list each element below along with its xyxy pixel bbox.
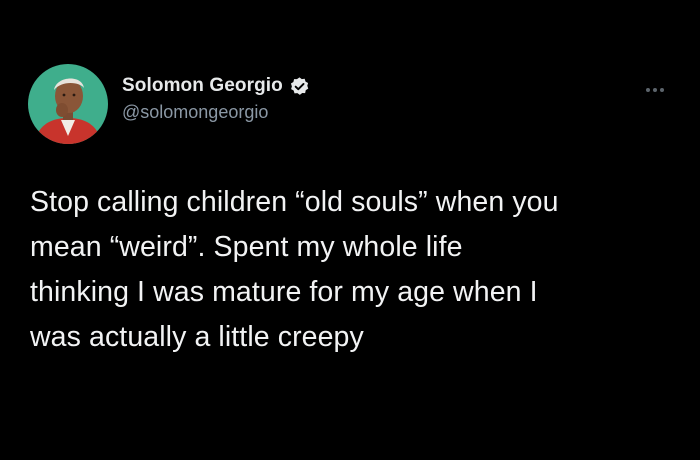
more-dot [646,88,650,92]
more-options-icon[interactable] [646,88,664,92]
avatar[interactable] [28,64,108,144]
verified-badge-icon [289,76,310,97]
tweet-header: Solomon Georgio @solomongeorgio [28,64,310,144]
more-dot [660,88,664,92]
author-name-row: Solomon Georgio [122,75,310,97]
more-dot [653,88,657,92]
author-handle[interactable]: @solomongeorgio [122,102,310,123]
author-names: Solomon Georgio @solomongeorgio [122,75,310,123]
author-display-name[interactable]: Solomon Georgio [122,75,283,97]
avatar-image [28,64,108,144]
tweet-text: Stop calling children “old souls” when y… [30,186,559,353]
tweet-card: Solomon Georgio @solomongeorgio Stop cal… [0,0,700,460]
